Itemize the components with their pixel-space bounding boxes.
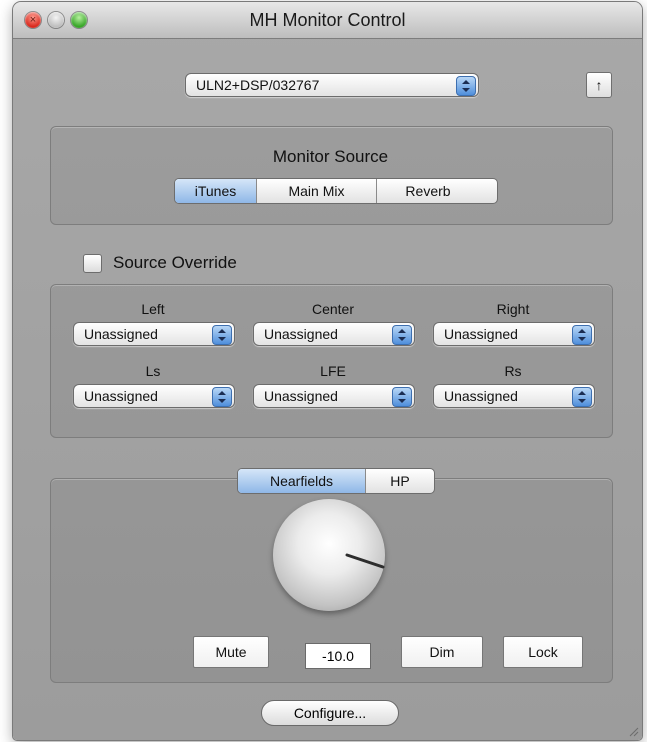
channel-select-rs-value: Unassigned <box>444 388 518 404</box>
select-arrows-icon <box>572 325 592 345</box>
tab-nearfields[interactable]: Nearfields <box>238 469 366 493</box>
title-bar[interactable]: × MH Monitor Control <box>13 2 642 39</box>
select-arrows-icon <box>392 325 412 345</box>
channel-select-ls[interactable]: Unassigned <box>73 384 235 408</box>
channel-label-center: Center <box>311 301 355 317</box>
window-title: MH Monitor Control <box>249 10 406 30</box>
select-arrows-icon <box>572 387 592 407</box>
channel-label-rs: Rs <box>504 363 522 379</box>
volume-knob[interactable] <box>273 499 385 611</box>
output-tab-control[interactable]: Nearfields HP <box>237 468 435 494</box>
tab-hp[interactable]: HP <box>366 469 434 493</box>
resize-grip-icon[interactable] <box>627 725 639 737</box>
channel-select-lfe-value: Unassigned <box>264 388 338 404</box>
mute-button[interactable]: Mute <box>193 636 269 668</box>
channel-select-rs[interactable]: Unassigned <box>433 384 595 408</box>
lock-button[interactable]: Lock <box>503 636 583 668</box>
channel-label-right: Right <box>496 301 530 317</box>
select-arrows-icon <box>456 76 476 96</box>
configure-button[interactable]: Configure... <box>261 700 399 726</box>
knob-indicator-icon <box>345 553 385 569</box>
level-value-field[interactable]: -10.0 <box>305 643 371 669</box>
channel-label-ls: Ls <box>145 363 161 379</box>
channel-select-right-value: Unassigned <box>444 326 518 342</box>
channel-select-ls-value: Unassigned <box>84 388 158 404</box>
dim-button[interactable]: Dim <box>401 636 483 668</box>
select-arrows-icon <box>392 387 412 407</box>
select-arrows-icon <box>212 325 232 345</box>
arrow-up-icon: ↑ <box>595 77 603 93</box>
device-select[interactable]: ULN2+DSP/032767 <box>185 73 479 97</box>
segment-main-mix[interactable]: Main Mix <box>257 179 377 203</box>
channel-select-center-value: Unassigned <box>264 326 338 342</box>
channel-label-left: Left <box>141 301 165 317</box>
source-override-checkbox[interactable] <box>83 254 102 273</box>
segment-itunes[interactable]: iTunes <box>175 179 257 203</box>
app-window: × MH Monitor Control ULN2+DSP/032767 ↑ M… <box>13 2 642 740</box>
upload-button[interactable]: ↑ <box>586 72 612 98</box>
select-arrows-icon <box>212 387 232 407</box>
segment-reverb[interactable]: Reverb <box>377 179 479 203</box>
channel-select-left[interactable]: Unassigned <box>73 322 235 346</box>
channel-select-right[interactable]: Unassigned <box>433 322 595 346</box>
channel-select-left-value: Unassigned <box>84 326 158 342</box>
source-override-label: Source Override <box>113 253 237 272</box>
device-select-value: ULN2+DSP/032767 <box>196 77 320 93</box>
monitor-source-segmented-control[interactable]: iTunes Main Mix Reverb <box>174 178 498 204</box>
channel-select-lfe[interactable]: Unassigned <box>253 384 415 408</box>
monitor-source-group <box>50 126 613 225</box>
channel-select-center[interactable]: Unassigned <box>253 322 415 346</box>
monitor-source-title: Monitor Source <box>272 147 389 166</box>
channel-label-lfe: LFE <box>320 363 346 379</box>
